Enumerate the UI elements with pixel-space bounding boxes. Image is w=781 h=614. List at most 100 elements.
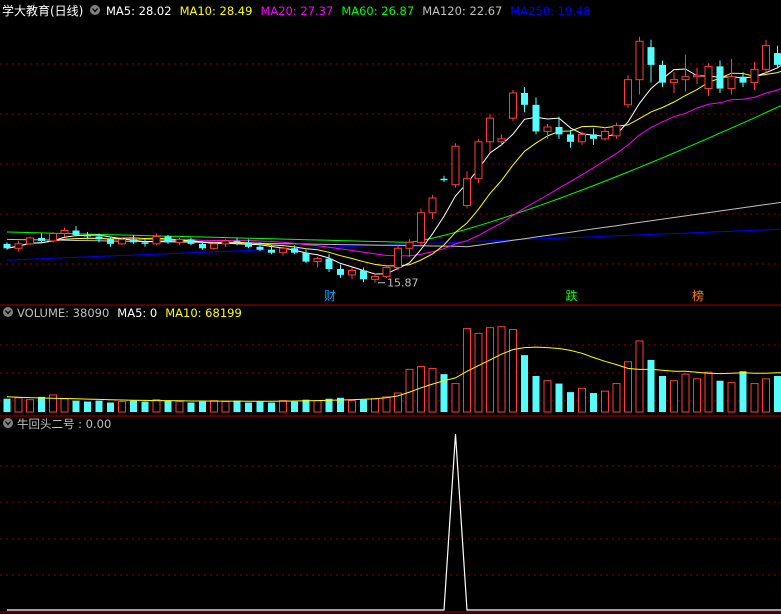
ma20-line — [6, 88, 781, 257]
grid-layer — [0, 63, 781, 613]
candle-body — [187, 239, 195, 244]
candle-body — [221, 240, 230, 245]
candle-body — [95, 236, 103, 240]
volume-bar — [152, 399, 161, 413]
volume-bar — [38, 396, 45, 412]
candle-body — [693, 74, 701, 78]
volume-bar — [382, 396, 391, 413]
candle-body — [325, 258, 333, 269]
candle-body — [739, 76, 747, 83]
candle-body — [601, 130, 609, 140]
volume-bar — [118, 401, 126, 413]
candle-body — [245, 242, 252, 247]
main-indicator-values: MA5: 28.02 MA10: 28.49 MA20: 27.37 MA60: 26… — [106, 4, 591, 18]
volume-bar — [543, 380, 552, 413]
volume-bar — [60, 398, 69, 413]
candle-body — [704, 65, 713, 90]
volume-bar — [727, 382, 736, 413]
volume-bar — [199, 401, 206, 412]
volume-bar — [84, 401, 91, 412]
candle-body — [612, 125, 621, 137]
candle-body — [118, 238, 126, 245]
volume-settings-icon[interactable] — [3, 307, 13, 317]
candle-body — [233, 240, 241, 243]
candle-body — [291, 248, 298, 253]
volume-bar — [428, 367, 437, 413]
candle-body — [417, 212, 425, 243]
volume-bar — [486, 327, 494, 413]
volume-bar — [245, 402, 252, 412]
volume-bar — [371, 398, 379, 413]
candle-body — [635, 40, 644, 81]
volume-bar — [590, 393, 597, 412]
candle-body — [130, 239, 137, 243]
candle-body — [428, 197, 437, 214]
candle-body — [141, 242, 149, 244]
main-indicator-1: MA10: 28.49 — [180, 4, 253, 18]
volume-bar — [750, 383, 759, 413]
volume-bar — [233, 400, 241, 412]
main-settings-icon[interactable] — [90, 5, 100, 15]
candle-body — [210, 243, 218, 249]
candle-body — [199, 243, 206, 249]
candle-body — [268, 249, 275, 253]
candle-body — [152, 235, 161, 245]
volume-bar — [532, 376, 540, 412]
volume-bar — [635, 340, 644, 413]
event-mark: 跌 — [566, 288, 578, 303]
volume-bar — [256, 401, 264, 412]
signal-settings-icon[interactable] — [3, 418, 13, 428]
candle-body — [624, 79, 632, 106]
main-header: 学大教育(日线) MA5: 28.02 MA10: 28.49 MA20: 27.3… — [2, 3, 591, 18]
candle-body — [84, 234, 91, 237]
volume-bar — [451, 383, 460, 413]
volume-bar — [164, 400, 172, 412]
volume-bar — [187, 402, 195, 412]
candle-body — [578, 133, 586, 143]
candle-body — [26, 237, 34, 245]
volume-bar — [555, 383, 563, 412]
candle-body — [555, 127, 563, 135]
candle-body — [60, 230, 69, 234]
main-panel: 32.5115.87财跌榜 — [3, 36, 781, 303]
volume-bar — [49, 394, 57, 413]
volume-bar — [762, 378, 770, 413]
candle-body — [72, 230, 80, 235]
candle-body — [521, 92, 528, 105]
signal-panel — [7, 433, 781, 611]
main-indicator-4: MA120: 22.67 — [422, 4, 502, 18]
volume-bar — [26, 399, 34, 413]
stock-chart: 32.5115.87财跌榜 学大教育(日线) MA5: 28.02MA10: 2… — [0, 3, 781, 613]
candle-body — [762, 45, 770, 70]
volume-indicator-values: VOLUME: 38090 MA5: 0 MA10: 68199 — [17, 306, 242, 320]
volume-panel — [3, 326, 781, 413]
volume-bar — [107, 402, 114, 412]
volume-bar — [693, 378, 701, 413]
candle-body — [567, 134, 574, 142]
volume-bar — [739, 371, 747, 412]
volume-bar — [210, 400, 218, 413]
candle-body — [3, 243, 11, 249]
candle-body — [543, 126, 552, 132]
candle-body — [463, 178, 471, 206]
candle-body — [716, 66, 724, 89]
volume-bar — [72, 400, 80, 412]
candle-body — [670, 79, 678, 84]
candle-body — [474, 141, 483, 180]
candle-body — [647, 47, 655, 65]
volume-bar — [313, 400, 322, 413]
volume-bar — [348, 400, 356, 413]
candle-body — [405, 241, 414, 249]
volume-bar — [659, 376, 666, 412]
volume-bar — [130, 400, 137, 412]
candle-body — [360, 270, 367, 280]
main-indicator-5: MA250: 19.48 — [510, 4, 590, 18]
candle-body — [497, 138, 506, 143]
volume-bar — [567, 392, 574, 412]
volume-bar — [175, 401, 184, 413]
signal-indicator-values: 牛回头二号 : 0.00 — [17, 417, 111, 431]
candle-body — [532, 104, 540, 132]
signal-line — [7, 433, 781, 611]
candle-body — [750, 68, 759, 84]
candle-body — [348, 269, 356, 276]
